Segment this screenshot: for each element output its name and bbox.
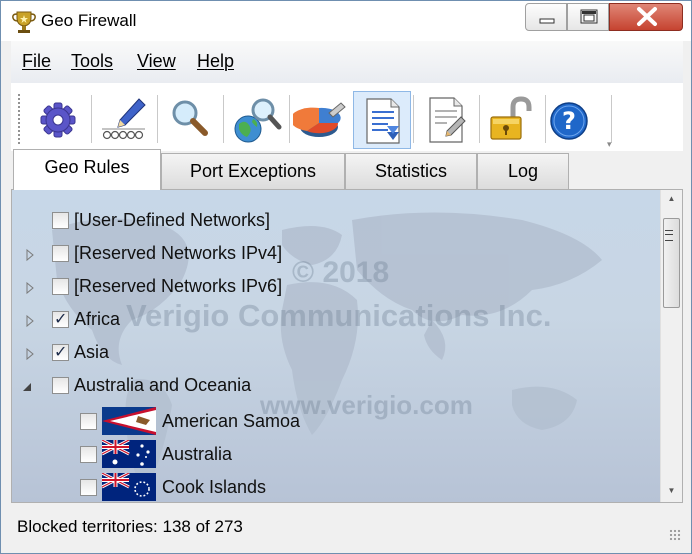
menu-view[interactable]: View — [137, 51, 176, 72]
settings-button[interactable] — [29, 91, 87, 149]
edit-rules-button[interactable] — [95, 91, 153, 149]
row-checkbox[interactable] — [52, 245, 69, 262]
toolbar-separator — [413, 95, 414, 143]
menu-help[interactable]: Help — [197, 51, 234, 72]
expand-arrow-icon[interactable] — [24, 281, 36, 295]
row-checkbox[interactable] — [52, 278, 69, 295]
tab-port-exceptions[interactable]: Port Exceptions — [161, 153, 345, 189]
window-title: Geo Firewall — [41, 11, 137, 30]
row-label: [User-Defined Networks] — [74, 210, 271, 230]
globe-search-icon — [234, 98, 282, 143]
collapse-arrow-icon[interactable] — [22, 380, 34, 394]
toolbar-separator — [91, 95, 92, 143]
svg-text:?: ? — [562, 107, 576, 135]
scroll-up-arrow-icon[interactable]: ▲ — [661, 190, 682, 208]
row-label: [Reserved Networks IPv4] — [74, 243, 283, 263]
watermark-company: Verigio Communications Inc. — [126, 298, 552, 333]
scroll-down-arrow-icon[interactable]: ▼ — [661, 482, 682, 500]
row-checkbox[interactable] — [80, 413, 97, 430]
close-icon — [637, 7, 657, 26]
tab-geo-rules[interactable]: Geo Rules — [13, 149, 161, 190]
toolbar-separator — [479, 95, 480, 143]
statistics-button[interactable] — [293, 91, 351, 149]
unlock-icon — [490, 96, 532, 140]
log-document-icon — [366, 98, 400, 144]
help-icon: ? — [550, 102, 588, 140]
menu-file[interactable]: File — [22, 51, 51, 72]
geo-rules-tree[interactable]: © 2018 Verigio Communications Inc. www.v… — [11, 189, 683, 503]
expand-arrow-icon[interactable] — [24, 347, 36, 361]
row-checkbox[interactable] — [80, 446, 97, 463]
row-checkbox[interactable] — [52, 212, 69, 229]
menu-tools[interactable]: Tools — [71, 51, 113, 72]
title-bar[interactable]: Geo Firewall — [1, 1, 691, 41]
row-label: Asia — [74, 342, 110, 362]
row-label: Australia — [162, 444, 233, 464]
minimize-icon — [539, 18, 555, 24]
row-label: Australia and Oceania — [74, 375, 252, 395]
tab-log[interactable]: Log — [477, 153, 569, 189]
gear-icon — [40, 102, 76, 138]
toolbar-separator — [289, 95, 290, 143]
watermark-copyright: © 2018 — [292, 256, 390, 289]
thumb-grip-icon — [665, 230, 673, 241]
row-label: Africa — [74, 309, 121, 329]
toolbar-overflow-icon[interactable]: ▾ — [607, 139, 612, 150]
row-checkbox[interactable] — [80, 479, 97, 496]
trophy-app-icon — [12, 11, 36, 33]
search-icon — [172, 100, 208, 136]
menu-bar: File Tools View Help — [11, 41, 683, 83]
resize-grip-icon[interactable] — [669, 529, 681, 541]
geo-firewall-window: Geo Firewall File Tools View Help ? ▾ Ge… — [0, 0, 692, 554]
minimize-button[interactable] — [525, 3, 567, 31]
globe-search-button[interactable] — [227, 91, 285, 149]
expand-arrow-icon[interactable] — [24, 314, 36, 328]
tab-statistics[interactable]: Statistics — [345, 153, 477, 189]
tab-strip: Geo Rules Port Exceptions Statistics Log — [11, 149, 683, 190]
toolbar: ? ▾ — [11, 83, 683, 151]
toolbar-separator — [545, 95, 546, 143]
row-label: American Samoa — [162, 411, 301, 431]
edit-document-icon — [429, 97, 466, 143]
maximize-button[interactable] — [567, 3, 609, 31]
log-view-button[interactable] — [353, 91, 411, 149]
row-checkbox-checked[interactable] — [52, 342, 69, 361]
australia-flag-icon — [102, 440, 156, 468]
pie-chart-icon — [293, 102, 346, 137]
status-bar: Blocked territories: 138 of 273 — [11, 505, 683, 545]
expand-arrow-icon[interactable] — [24, 248, 36, 262]
edit-document-button[interactable] — [417, 91, 475, 149]
maximize-icon — [580, 9, 598, 24]
tree-vertical-scrollbar[interactable]: ▲ ▼ — [660, 190, 682, 502]
search-button[interactable] — [161, 91, 219, 149]
row-checkbox[interactable] — [52, 377, 69, 394]
edit-rules-icon — [102, 98, 146, 140]
toolbar-separator — [157, 95, 158, 143]
row-label: [Reserved Networks IPv6] — [74, 276, 283, 296]
american-samoa-flag-icon — [102, 407, 156, 435]
toolbar-grip[interactable] — [17, 93, 21, 145]
toolbar-separator — [611, 95, 612, 143]
cook-islands-flag-icon — [102, 473, 156, 501]
toolbar-separator — [223, 95, 224, 143]
close-button[interactable] — [609, 3, 683, 31]
row-checkbox-checked[interactable] — [52, 309, 69, 328]
help-button[interactable]: ? — [549, 91, 607, 149]
row-label: Cook Islands — [162, 477, 267, 497]
blocked-territories-count: Blocked territories: 138 of 273 — [17, 517, 243, 536]
unlock-button[interactable] — [483, 91, 541, 149]
